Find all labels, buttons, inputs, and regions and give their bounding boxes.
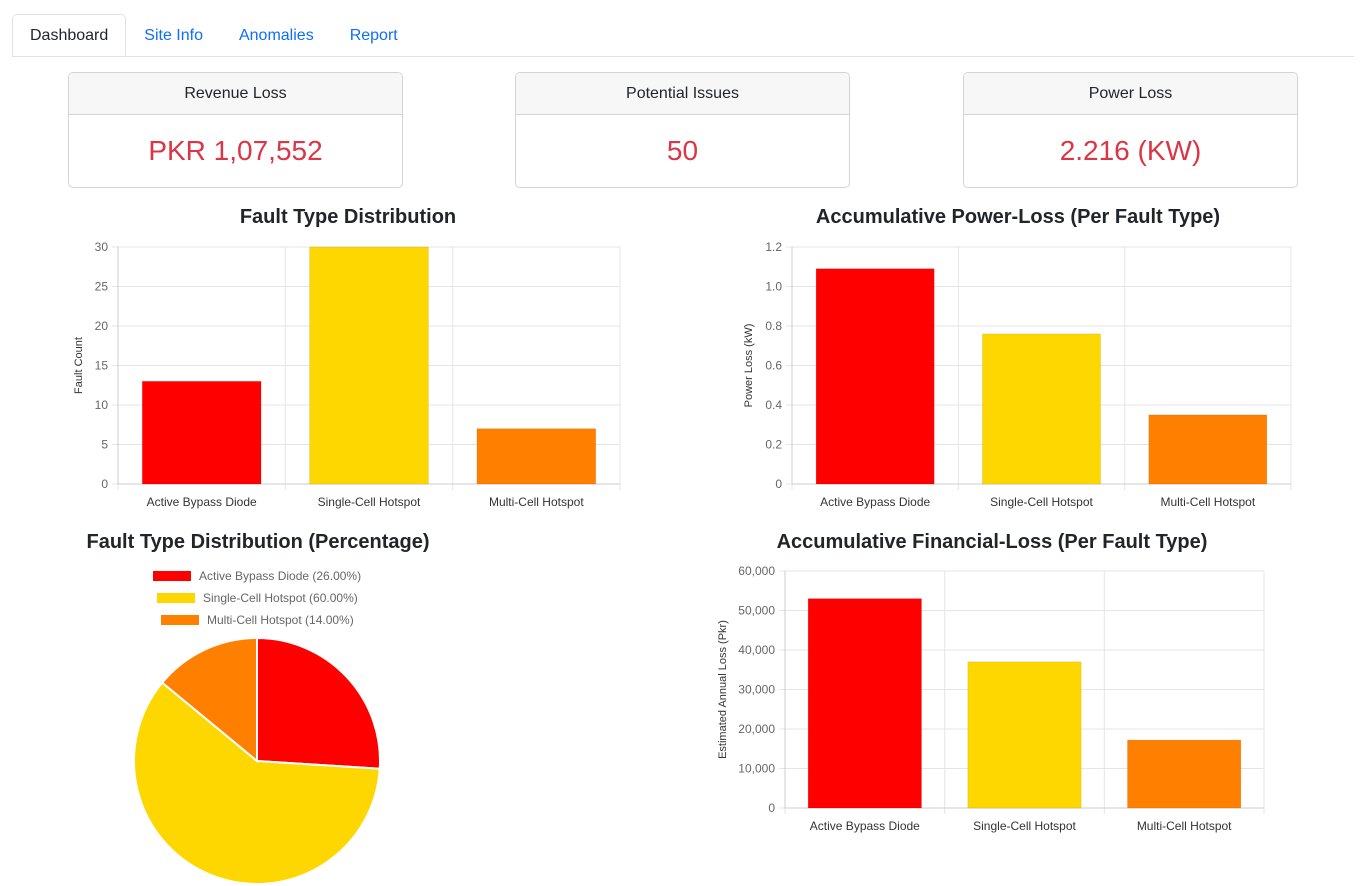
accumulative-power-loss-ytick-label: 0.2 [765,438,782,452]
fault-type-distribution-ytick-label: 15 [95,359,109,373]
accumulative-financial-loss-category-label: Active Bypass Diode [810,819,920,833]
accumulative-financial-loss-category-label: Single-Cell Hotspot [973,819,1076,833]
accumulative-power-loss-category-label: Active Bypass Diode [820,495,930,509]
fault-type-percentage-legend-label: Single-Cell Hotspot (60.00%) [203,591,358,605]
accumulative-financial-loss-bar [1126,739,1242,809]
accumulative-financial-loss-ytick-label: 20,000 [738,722,775,736]
fault-type-percentage-legend-swatch [161,615,199,625]
fault-type-distribution-ytick-label: 0 [101,477,108,491]
accumulative-financial-loss-ytick-label: 0 [768,801,775,815]
accumulative-financial-loss-ytick-label: 40,000 [738,643,775,657]
accumulative-financial-loss-ytick-label: 30,000 [738,683,775,697]
accumulative-financial-loss-ylabel: Estimated Annual Loss (Pkr) [717,620,729,759]
accumulative-power-loss-bar [815,268,935,485]
accumulative-financial-loss-bar [967,661,1082,809]
accumulative-power-loss-bar [1148,414,1268,485]
fault-type-distribution-bar [476,428,597,485]
fault-type-percentage-legend-label: Active Bypass Diode (26.00%) [199,569,361,583]
fault-type-distribution-ytick-label: 10 [95,398,109,412]
accumulative-power-loss-ytick-label: 1.0 [765,280,782,294]
accumulative-financial-loss-bar [807,598,923,809]
accumulative-power-loss-ytick-label: 1.2 [765,240,782,254]
fault-type-percentage-slice [256,636,381,770]
fault-type-distribution-ytick-label: 5 [101,438,108,452]
fault-type-percentage-legend-swatch [153,571,191,581]
accumulative-power-loss-category-label: Multi-Cell Hotspot [1160,495,1255,509]
fault-type-distribution-category-label: Active Bypass Diode [147,495,257,509]
accumulative-power-loss-ytick-label: 0.8 [765,319,782,333]
fault-type-distribution-ytick-label: 30 [95,240,109,254]
fault-type-distribution-bar [141,380,262,485]
fault-type-distribution-ylabel: Fault Count [73,337,85,394]
fault-type-percentage-legend-label: Multi-Cell Hotspot (14.00%) [207,613,354,627]
accumulative-power-loss-ytick-label: 0.6 [765,359,782,373]
accumulative-financial-loss-ytick-label: 60,000 [738,564,775,578]
fault-type-percentage-legend-swatch [157,593,195,603]
fault-type-distribution-category-label: Multi-Cell Hotspot [489,495,584,509]
accumulative-power-loss-bar [981,333,1102,485]
accumulative-power-loss-ytick-label: 0 [775,477,782,491]
accumulative-power-loss-category-label: Single-Cell Hotspot [990,495,1093,509]
fault-type-distribution-category-label: Single-Cell Hotspot [318,495,421,509]
fault-type-distribution-ytick-label: 25 [95,280,109,294]
accumulative-financial-loss-ytick-label: 50,000 [738,604,775,618]
accumulative-financial-loss-category-label: Multi-Cell Hotspot [1137,819,1232,833]
charts-canvas: 0 5 10 15 20 25 30 Active Bypass Diode Single-Ce… [73,240,1292,885]
accumulative-power-loss-ylabel: Power Loss (kW) [743,324,755,408]
fault-type-distribution-ytick-label: 20 [95,319,109,333]
accumulative-power-loss-ytick-label: 0.4 [765,398,782,412]
accumulative-financial-loss-ytick-label: 10,000 [738,762,775,776]
fault-type-distribution-bar [309,246,429,485]
